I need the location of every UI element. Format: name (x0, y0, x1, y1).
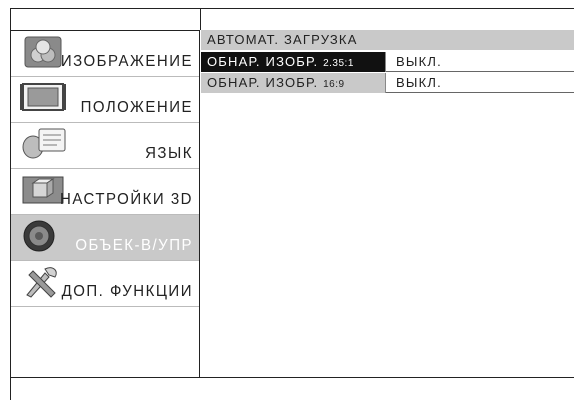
submenu-row-detect-235[interactable]: ОБНАР. ИЗОБР. 2.35:1 ВЫКЛ. (201, 52, 574, 72)
sidebar-item-3d-settings[interactable]: НАСТРОЙКИ 3D (11, 169, 199, 215)
sidebar-item-position[interactable]: ПОЛОЖЕНИЕ (11, 77, 199, 123)
sidebar-item-lens-control[interactable]: ОБЪЕК-В/УПР (11, 215, 199, 261)
sidebar-item-picture[interactable]: ИЗОБРАЖЕНИЕ (11, 31, 199, 77)
row-value: ВЫКЛ. (396, 75, 442, 90)
sidebar-item-label: НАСТРОЙКИ 3D (60, 190, 193, 209)
sidebar: ИЗОБРАЖЕНИЕ ПОЛОЖЕНИЕ ЯЗЫК НАСТРОЙКИ 3D … (11, 30, 200, 378)
sidebar-item-label: ЯЗЫК (145, 144, 193, 163)
divider (200, 8, 201, 30)
lens-control-icon (19, 219, 71, 253)
sidebar-item-label: ДОП. ФУНКЦИИ (61, 282, 193, 301)
row-value-cell[interactable]: ВЫКЛ. (385, 52, 574, 72)
sidebar-item-tools[interactable]: ДОП. ФУНКЦИИ (11, 261, 199, 307)
position-icon (19, 81, 71, 115)
sidebar-item-label: ОБЪЕК-В/УПР (75, 236, 193, 255)
submenu-header: АВТОМАТ. ЗАГРУЗКА (201, 30, 574, 50)
row-value: ВЫКЛ. (396, 54, 442, 69)
language-icon (19, 127, 71, 161)
submenu-row-detect-169[interactable]: ОБНАР. ИЗОБР. 16:9 ВЫКЛ. (201, 73, 574, 93)
row-label: ОБНАР. ИЗОБР. 16:9 (207, 75, 345, 90)
sidebar-item-language[interactable]: ЯЗЫК (11, 123, 199, 169)
submenu-title: АВТОМАТ. ЗАГРУЗКА (207, 32, 358, 47)
row-value-cell[interactable]: ВЫКЛ. (385, 73, 574, 93)
row-label: ОБНАР. ИЗОБР. 2.35:1 (207, 54, 354, 69)
sidebar-item-label: ПОЛОЖЕНИЕ (80, 98, 193, 117)
sidebar-item-label: ИЗОБРАЖЕНИЕ (60, 52, 193, 71)
submenu-panel: АВТОМАТ. ЗАГРУЗКА ОБНАР. ИЗОБР. 2.35:1 В… (201, 30, 574, 377)
